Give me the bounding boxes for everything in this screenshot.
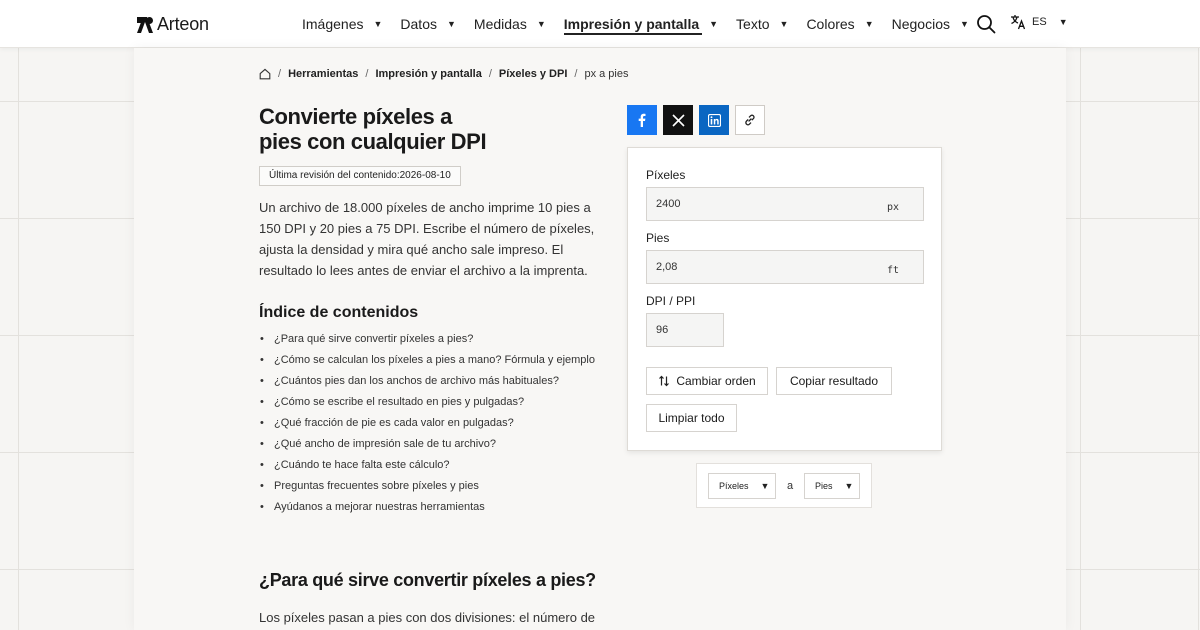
revision-badge: Última revisión del contenido:2026-08-10 xyxy=(259,166,461,186)
to-unit-select[interactable]: Pies ▼ xyxy=(804,473,860,499)
breadcrumb-item-herramientas[interactable]: Herramientas xyxy=(288,68,358,80)
nav-item-medidas[interactable]: Medidas ▼ xyxy=(474,0,546,48)
nav-label: Datos xyxy=(400,16,437,32)
caret-down-icon: ▼ xyxy=(373,19,383,29)
revision-date: 2026-08-10 xyxy=(399,170,451,181)
dpi-label: DPI / PPI xyxy=(646,294,696,308)
revision-label: Última revisión del contenido: xyxy=(269,170,400,181)
main-content: / Herramientas / Impresión y pantalla / … xyxy=(134,48,1066,630)
from-unit-select[interactable]: Píxeles ▼ xyxy=(708,473,776,499)
swap-vertical-icon xyxy=(659,375,670,387)
copy-result-label: Copiar resultado xyxy=(789,374,879,388)
caret-down-icon: ▼ xyxy=(709,19,719,29)
toc-item[interactable]: Ayúdanos a mejorar nuestras herramientas xyxy=(259,499,595,520)
nav-item-impresion-y-pantalla[interactable]: Impresión y pantalla ▼ xyxy=(563,0,719,48)
breadcrumb-separator: / xyxy=(574,68,578,80)
breadcrumb-separator: / xyxy=(488,68,492,80)
logo[interactable]: Arteon xyxy=(137,14,209,35)
breadcrumb-separator: / xyxy=(365,68,369,80)
feet-value: 2,08 xyxy=(656,261,678,273)
caret-down-icon: ▼ xyxy=(864,19,874,29)
search-button[interactable] xyxy=(976,14,996,34)
top-navigation-bar: Arteon Imágenes ▼ Datos ▼ Medidas ▼ Impresi… xyxy=(0,0,1200,48)
section-paragraph: Los píxeles pasan a pies con dos divisio… xyxy=(259,610,596,625)
section-heading: ¿Para qué sirve convertir píxeles a pies… xyxy=(259,570,596,590)
dpi-input[interactable]: 96 xyxy=(646,313,724,347)
breadcrumb-separator: / xyxy=(278,68,282,80)
toc-item[interactable]: ¿Cómo se calculan los píxeles a pies a m… xyxy=(259,352,595,373)
main-nav: Imágenes ▼ Datos ▼ Medidas ▼ Impresión y pa… xyxy=(302,0,987,48)
nav-label: Texto xyxy=(736,16,770,32)
caret-down-icon: ▼ xyxy=(536,19,546,29)
nav-label: Colores xyxy=(806,16,855,32)
caret-down-icon: ▼ xyxy=(760,481,770,491)
x-icon xyxy=(671,113,685,127)
breadcrumb: / Herramientas / Impresión y pantalla / … xyxy=(259,68,628,80)
unit-connector: a xyxy=(787,480,794,492)
nav-label: Impresión y pantalla xyxy=(563,16,700,32)
page-title-line-2: pies con cualquier DPI xyxy=(259,129,487,154)
toc-item[interactable]: ¿Qué fracción de pie es cada valor en pu… xyxy=(259,415,595,436)
caret-down-icon: ▼ xyxy=(446,19,456,29)
from-unit-value: Píxeles xyxy=(719,481,749,491)
caret-down-icon: ▼ xyxy=(779,19,789,29)
breadcrumb-current: px a pies xyxy=(584,68,629,80)
nav-label: Medidas xyxy=(473,16,527,32)
table-of-contents: ¿Para qué sirve convertir píxeles a pies… xyxy=(259,331,595,520)
language-selector[interactable]: ES ▼ xyxy=(1010,14,1068,30)
pixels-value: 2400 xyxy=(656,198,681,210)
nav-label: Imágenes xyxy=(302,16,364,32)
toc-item[interactable]: ¿Para qué sirve convertir píxeles a pies… xyxy=(259,331,595,352)
linkedin-icon xyxy=(707,113,721,127)
toc-item[interactable]: ¿Cómo se escribe el resultado en pies y … xyxy=(259,394,595,415)
translate-icon xyxy=(1011,15,1026,30)
pixels-label: Píxeles xyxy=(646,168,686,182)
feet-unit: ft xyxy=(886,265,899,276)
breadcrumb-item-pixeles-y-dpi[interactable]: Píxeles y DPI xyxy=(499,68,568,80)
clear-all-label: Limpiar todo xyxy=(658,411,725,425)
copy-result-button[interactable]: Copiar resultado xyxy=(776,367,892,395)
share-x-button[interactable] xyxy=(663,105,693,135)
clear-all-button[interactable]: Limpiar todo xyxy=(646,404,737,432)
swap-order-button[interactable]: Cambiar orden xyxy=(646,367,768,395)
pixels-input[interactable]: 2400 px xyxy=(646,187,924,221)
search-icon xyxy=(977,15,996,34)
toc-item[interactable]: ¿Qué ancho de impresión sale de tu archi… xyxy=(259,436,595,457)
nav-item-texto[interactable]: Texto ▼ xyxy=(736,0,788,48)
nav-item-imagenes[interactable]: Imágenes ▼ xyxy=(302,0,382,48)
page-title-line-1: Convierte píxeles a xyxy=(259,104,452,129)
link-icon xyxy=(745,114,755,126)
feet-label: Pies xyxy=(646,231,670,245)
nav-item-colores[interactable]: Colores ▼ xyxy=(806,0,873,48)
language-code: ES xyxy=(1032,16,1047,28)
logo-icon xyxy=(137,16,153,33)
toc-title: Índice de contenidos xyxy=(259,304,419,321)
caret-down-icon: ▼ xyxy=(844,481,854,491)
breadcrumb-item-impresion-y-pantalla[interactable]: Impresión y pantalla xyxy=(375,68,481,80)
facebook-icon xyxy=(638,113,646,127)
logo-text: Arteon xyxy=(157,14,209,34)
nav-label: Negocios xyxy=(891,16,950,32)
caret-down-icon: ▼ xyxy=(1058,17,1068,27)
toc-item[interactable]: ¿Cuántos pies dan los anchos de archivo … xyxy=(259,373,595,394)
toc-item[interactable]: Preguntas frecuentes sobre píxeles y pie… xyxy=(259,478,595,499)
swap-order-label: Cambiar orden xyxy=(676,374,756,388)
converter-panel: Píxeles 2400 px Pies 2,08 ft DPI / PPI 9… xyxy=(627,147,942,451)
intro-paragraph: Un archivo de 18.000 píxeles de ancho im… xyxy=(259,200,595,278)
to-unit-value: Pies xyxy=(815,481,833,491)
pixels-unit: px xyxy=(886,202,899,213)
toc-item[interactable]: ¿Cuándo te hace falta este cálculo? xyxy=(259,457,595,478)
feet-input[interactable]: 2,08 ft xyxy=(646,250,924,284)
nav-item-negocios[interactable]: Negocios ▼ xyxy=(892,0,969,48)
share-facebook-button[interactable] xyxy=(627,105,657,135)
nav-item-datos[interactable]: Datos ▼ xyxy=(400,0,456,48)
dpi-value: 96 xyxy=(656,324,669,336)
home-icon[interactable] xyxy=(259,68,271,80)
unit-selector: Píxeles ▼ a Pies ▼ xyxy=(696,463,872,508)
caret-down-icon: ▼ xyxy=(959,19,969,29)
page-title: Convierte píxeles a pies con cualquier D… xyxy=(259,104,559,154)
copy-link-button[interactable] xyxy=(735,105,765,135)
share-linkedin-button[interactable] xyxy=(699,105,729,135)
